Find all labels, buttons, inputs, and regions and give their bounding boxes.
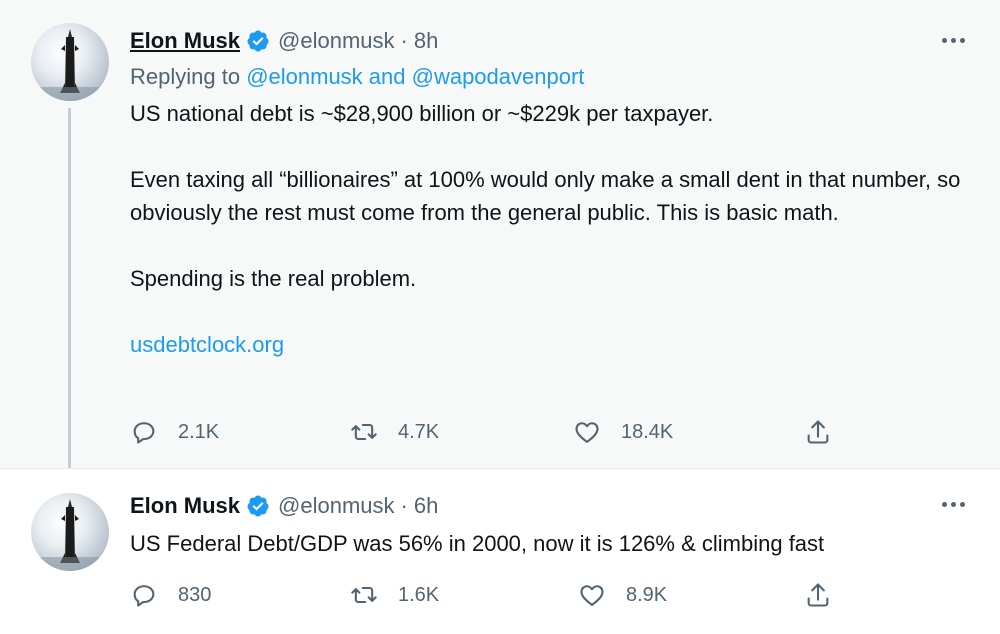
like-button[interactable]: 8.9K — [578, 577, 667, 613]
rocket-image — [31, 29, 109, 101]
tweet-paragraph: US Federal Debt/GDP was 56% in 2000, now… — [130, 531, 825, 556]
retweet-button[interactable]: 4.7K — [350, 414, 439, 450]
share-icon — [807, 583, 829, 607]
verified-badge-icon — [247, 30, 269, 52]
tweet-1[interactable]: Elon Musk @elonmusk · 8h Replying to @el… — [0, 0, 1000, 494]
reply-button[interactable]: 2.1K — [130, 414, 219, 450]
like-count: 18.4K — [621, 420, 674, 443]
share-button[interactable] — [804, 414, 832, 450]
like-button[interactable]: 18.4K — [573, 414, 673, 450]
reply-count: 830 — [178, 583, 212, 606]
tweet-2[interactable]: Elon Musk @elonmusk · 6h US Federal Debt… — [0, 468, 1000, 634]
tweet-text: US national debt is ~$28,900 billion or … — [130, 97, 970, 361]
heart-icon — [580, 585, 604, 606]
more-icon[interactable] — [938, 494, 968, 514]
reply-button[interactable]: 830 — [130, 577, 211, 613]
reply-icon — [133, 422, 155, 444]
tweet-text: US Federal Debt/GDP was 56% in 2000, now… — [130, 527, 970, 560]
author-name[interactable]: Elon Musk — [130, 493, 240, 519]
timestamp[interactable]: 6h — [414, 493, 438, 519]
avatar[interactable] — [31, 23, 109, 101]
dot-separator: · — [400, 493, 408, 518]
author-handle[interactable]: @elonmusk — [278, 28, 395, 54]
tweet-link[interactable]: usdebtclock.org — [130, 332, 284, 357]
rocket-image — [31, 499, 109, 571]
like-count: 8.9K — [626, 583, 668, 606]
verified-badge-icon — [247, 495, 269, 517]
dot-separator: · — [400, 28, 408, 53]
replying-to: Replying to @elonmusk and @wapodavenport — [130, 64, 584, 90]
tweet-actions: 830 1.6K 8.9K — [130, 577, 850, 613]
avatar[interactable] — [31, 493, 109, 571]
replying-prefix: Replying to — [130, 64, 247, 89]
thread-line — [68, 108, 71, 494]
retweet-button[interactable]: 1.6K — [350, 577, 439, 613]
retweet-count: 1.6K — [398, 583, 440, 606]
reply-count: 2.1K — [178, 420, 220, 443]
retweet-icon — [351, 423, 377, 441]
share-icon — [807, 420, 829, 444]
replying-mentions[interactable]: @elonmusk and @wapodavenport — [246, 64, 584, 89]
more-icon[interactable] — [938, 30, 968, 50]
author-name[interactable]: Elon Musk — [130, 28, 240, 54]
tweet-paragraph: US national debt is ~$28,900 billion or … — [130, 101, 714, 126]
tweet-actions: 2.1K 4.7K 18.4K — [130, 414, 850, 450]
heart-icon — [575, 422, 599, 443]
timestamp[interactable]: 8h — [414, 28, 438, 54]
share-button[interactable] — [804, 577, 832, 613]
tweet-paragraph: Even taxing all “billionaires” at 100% w… — [130, 167, 961, 225]
tweet-header: Elon Musk @elonmusk · 8h — [130, 26, 438, 56]
reply-icon — [133, 585, 155, 607]
author-handle[interactable]: @elonmusk — [278, 493, 395, 519]
tweet-header: Elon Musk @elonmusk · 6h — [130, 491, 438, 521]
retweet-icon — [351, 586, 377, 604]
retweet-count: 4.7K — [398, 420, 440, 443]
tweet-paragraph: Spending is the real problem. — [130, 266, 417, 291]
